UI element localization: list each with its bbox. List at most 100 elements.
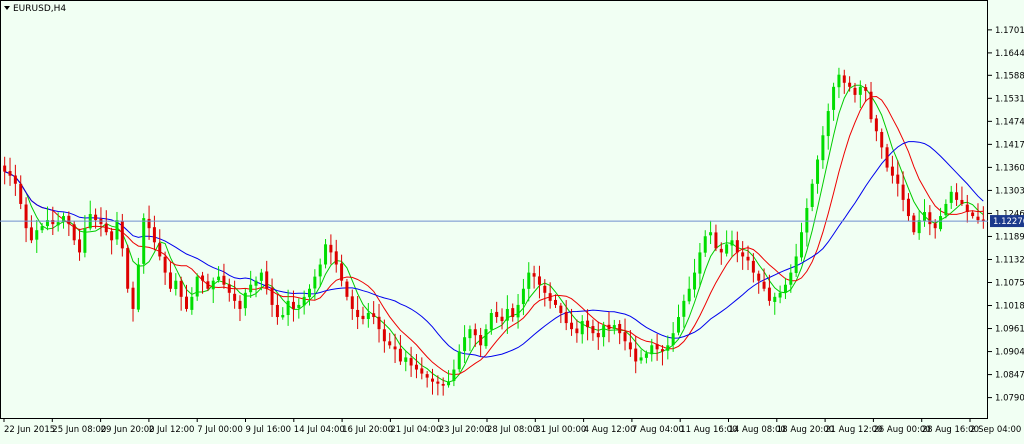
- candle-body: [13, 175, 17, 184]
- candle-body: [457, 351, 461, 370]
- candle: [874, 114, 878, 142]
- candle-body: [719, 248, 723, 253]
- candle-body: [917, 220, 921, 234]
- x-tick-label: 22 Jun 2015: [4, 425, 55, 435]
- candle: [350, 289, 354, 320]
- candle: [527, 262, 531, 302]
- candle-body: [586, 320, 590, 328]
- candle-body: [575, 328, 579, 334]
- candle-body: [388, 341, 392, 346]
- candle-body: [623, 332, 627, 342]
- y-tick-label: 1.08475: [995, 371, 1024, 381]
- candle: [468, 325, 472, 352]
- candle-body: [259, 272, 263, 281]
- candle-body: [505, 308, 509, 321]
- candle-body: [655, 344, 659, 350]
- price-chart[interactable]: 1.17010 1.16440 1.15885 1.15315 1.14745 1.141…: [0, 0, 1024, 440]
- candle: [345, 278, 349, 301]
- candle-body: [858, 86, 862, 95]
- candle-body: [324, 244, 328, 265]
- moving-averages: [4, 84, 984, 383]
- candle: [313, 269, 317, 300]
- candle-body: [559, 305, 563, 313]
- candle: [291, 290, 295, 322]
- y-tick-label: 1.07905: [995, 394, 1024, 404]
- y-tick-label: 1.09045: [995, 348, 1024, 358]
- candle-body: [570, 322, 574, 330]
- candle-body: [591, 326, 595, 334]
- candle-body: [479, 335, 483, 346]
- candle: [575, 319, 579, 343]
- candle-body: [709, 232, 713, 236]
- candle-body: [671, 333, 675, 346]
- candle: [270, 278, 274, 317]
- candle-body: [677, 317, 680, 333]
- candle-body: [746, 256, 750, 261]
- candle: [147, 205, 151, 240]
- candle-body: [783, 284, 787, 293]
- triangle-down-icon[interactable]: [4, 6, 10, 10]
- candle-body: [211, 280, 215, 290]
- candle-body: [757, 273, 761, 281]
- candle: [703, 230, 707, 257]
- candle-body: [345, 281, 349, 297]
- candle-body: [414, 364, 418, 370]
- candle-body: [500, 316, 504, 322]
- candle-body: [361, 315, 365, 320]
- candle: [516, 294, 520, 329]
- candle: [709, 220, 713, 245]
- candle: [687, 276, 691, 305]
- candle-body: [890, 166, 894, 176]
- candle: [404, 351, 408, 372]
- candle-body: [639, 357, 643, 361]
- candle-body: [147, 218, 151, 229]
- candle: [425, 371, 429, 388]
- y-tick-label: 1.09615: [995, 325, 1024, 335]
- candle-body: [334, 251, 338, 265]
- candle-body: [805, 207, 809, 233]
- candle-body: [554, 299, 557, 305]
- candle: [532, 265, 536, 289]
- candle-body: [698, 252, 702, 274]
- candle-body: [628, 342, 632, 350]
- candle: [120, 213, 124, 257]
- y-tick-label: 1.10755: [995, 278, 1024, 288]
- candle: [275, 294, 279, 325]
- candle-body: [521, 288, 525, 305]
- candle-body: [185, 296, 188, 309]
- candle-body: [19, 183, 23, 204]
- symbol-header[interactable]: EURUSD,H4: [4, 4, 66, 14]
- candle-body: [174, 280, 178, 290]
- candle-body: [131, 287, 135, 309]
- candle: [185, 284, 188, 312]
- candle-body: [297, 304, 301, 308]
- candle-body: [356, 309, 360, 318]
- candle: [78, 228, 82, 261]
- candle: [693, 258, 697, 298]
- candle-body: [291, 301, 295, 309]
- candle-body: [233, 293, 237, 301]
- chart-window[interactable]: 1.17010 1.16440 1.15885 1.15315 1.14745 1.141…: [0, 0, 1024, 440]
- candle-body: [366, 312, 370, 319]
- candle: [281, 307, 285, 320]
- candle: [35, 219, 39, 253]
- candle-body: [644, 353, 648, 358]
- candle-body: [206, 281, 210, 289]
- candle-body: [35, 230, 39, 240]
- candle-body: [484, 329, 488, 347]
- candle-body: [816, 159, 820, 184]
- y-tick-label: 1.13605: [995, 163, 1024, 173]
- candle: [671, 322, 675, 352]
- candle: [837, 67, 841, 99]
- candle-body: [286, 300, 290, 316]
- candle: [115, 211, 119, 245]
- candle: [174, 273, 178, 296]
- candle-body: [468, 329, 472, 339]
- candle-body: [548, 293, 552, 301]
- candle-body: [837, 74, 841, 88]
- candle: [168, 262, 172, 292]
- candle: [324, 239, 328, 269]
- candle: [206, 273, 210, 292]
- candle: [126, 244, 130, 293]
- candle-body: [104, 223, 108, 233]
